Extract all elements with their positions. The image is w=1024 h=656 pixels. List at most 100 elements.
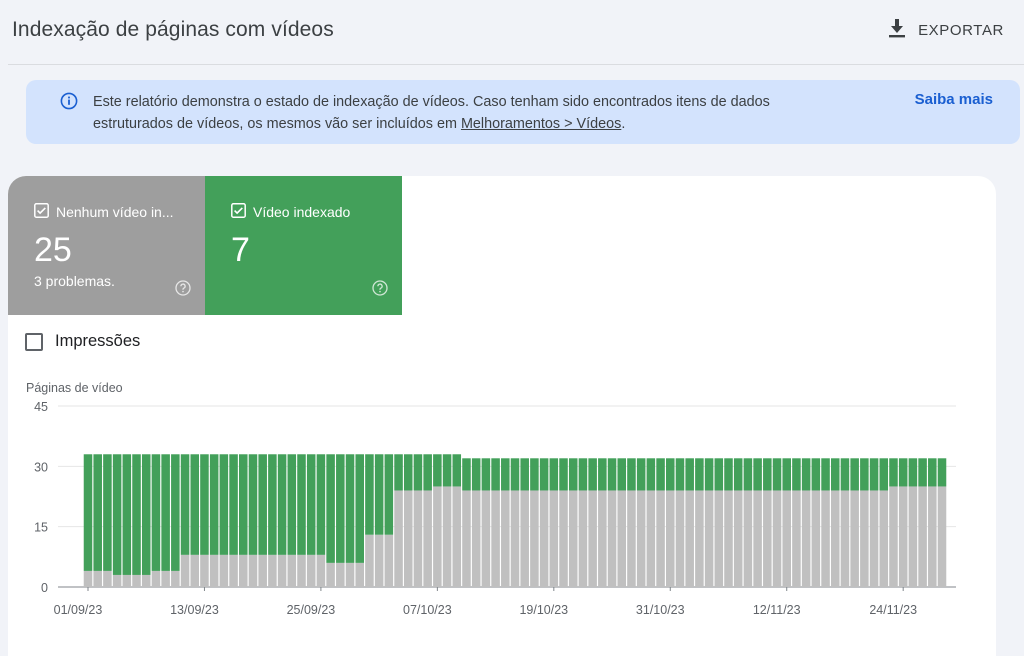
checkbox-checked-icon[interactable] (34, 203, 49, 221)
info-text-main: Este relatório demonstra o estado de ind… (93, 94, 770, 132)
bar-indexed (937, 458, 947, 487)
bar-indexed (258, 454, 267, 555)
y-axis-title: Páginas de vídeo (26, 381, 123, 395)
bar-indexed (772, 458, 782, 491)
bar-indexed (598, 458, 607, 491)
bar-indexed (578, 458, 588, 491)
bar-not-indexed (306, 554, 316, 587)
bar-indexed (384, 454, 394, 535)
bar-not-indexed (568, 490, 578, 587)
x-tick-label: 24/11/23 (869, 603, 917, 617)
bar-indexed (171, 454, 180, 571)
bar-indexed (889, 458, 898, 487)
bar-not-indexed (209, 554, 219, 587)
bar-indexed (908, 458, 918, 487)
bar-indexed (103, 454, 112, 571)
export-button[interactable]: EXPORTAR (888, 16, 1004, 44)
bar-not-indexed (898, 486, 908, 587)
bar-not-indexed (326, 562, 335, 587)
bar-indexed (704, 458, 714, 491)
bar-not-indexed (879, 490, 889, 587)
bar-not-indexed (239, 554, 248, 587)
bar-not-indexed (433, 486, 442, 587)
tile-label: Nenhum vídeo in... (56, 204, 174, 220)
bar-not-indexed (627, 490, 636, 587)
bar-not-indexed (190, 554, 200, 587)
bar-not-indexed (617, 490, 627, 587)
learn-more-link[interactable]: Saiba mais (915, 91, 993, 108)
bar-not-indexed (112, 574, 122, 587)
impressions-checkbox[interactable] (25, 332, 43, 351)
bar-indexed (539, 458, 549, 491)
bar-not-indexed (481, 490, 491, 587)
tile-not-indexed[interactable]: Nenhum vídeo in... 25 3 problemas. (8, 176, 205, 315)
bar-indexed (481, 458, 491, 491)
bar-not-indexed (248, 554, 258, 587)
tile-value: 25 (34, 231, 72, 269)
bar-indexed (724, 458, 733, 491)
bar-indexed (559, 458, 568, 491)
bar-indexed (530, 458, 539, 491)
bar-indexed (675, 458, 685, 491)
bar-indexed (132, 454, 141, 575)
bar-indexed (462, 458, 471, 491)
help-icon[interactable] (175, 280, 191, 301)
bar-indexed (355, 454, 364, 563)
bar-not-indexed (539, 490, 549, 587)
bar-indexed (374, 454, 384, 535)
bar-not-indexed (850, 490, 859, 587)
bar-indexed (510, 458, 520, 491)
bar-indexed (141, 454, 151, 575)
bar-indexed (306, 454, 316, 555)
bar-not-indexed (384, 534, 394, 587)
bar-indexed (491, 458, 500, 491)
impressions-toggle[interactable]: Impressões (25, 332, 140, 351)
tile-indexed-header: Vídeo indexado (231, 203, 350, 221)
bar-not-indexed (908, 486, 918, 587)
bar-indexed (792, 458, 801, 491)
bar-indexed (151, 454, 161, 571)
bar-indexed (928, 458, 937, 487)
bar-not-indexed (646, 490, 656, 587)
tile-indexed[interactable]: Vídeo indexado 7 (205, 176, 402, 315)
bar-indexed (666, 458, 675, 491)
bar-not-indexed (501, 490, 510, 587)
bar-not-indexed (724, 490, 733, 587)
bar-not-indexed (588, 490, 597, 587)
bar-not-indexed (403, 490, 413, 587)
bar-not-indexed (171, 570, 180, 587)
bar-indexed (413, 454, 423, 491)
bar-not-indexed (161, 570, 170, 587)
bar-not-indexed (520, 490, 529, 587)
bar-not-indexed (918, 486, 927, 587)
bar-not-indexed (598, 490, 607, 587)
bar-indexed (801, 458, 811, 491)
bar-indexed (403, 454, 413, 491)
x-tick-label: 13/09/23 (170, 603, 219, 617)
bar-indexed (297, 454, 306, 555)
bar-not-indexed (811, 490, 821, 587)
bar-not-indexed (297, 554, 306, 587)
bar-indexed (394, 454, 403, 491)
bar-not-indexed (792, 490, 801, 587)
bar-indexed (850, 458, 859, 491)
bar-indexed (248, 454, 258, 555)
impressions-label: Impressões (55, 332, 141, 350)
bar-not-indexed (336, 562, 345, 587)
bar-not-indexed (277, 554, 287, 587)
bar-not-indexed (510, 490, 520, 587)
enhancements-link[interactable]: Melhoramentos > Vídeos (461, 116, 621, 132)
bar-not-indexed (452, 486, 462, 587)
checkbox-checked-icon[interactable] (231, 203, 246, 221)
bar-not-indexed (821, 490, 830, 587)
help-icon[interactable] (372, 280, 388, 301)
bar-indexed (452, 454, 462, 487)
x-tick-label: 31/10/23 (636, 603, 685, 617)
bar-not-indexed (714, 490, 724, 587)
bar-not-indexed (365, 534, 374, 587)
bar-indexed (433, 454, 442, 487)
bar-indexed (326, 454, 335, 563)
bar-not-indexed (122, 574, 132, 587)
report-card: Nenhum vídeo in... 25 3 problemas. Vídeo… (8, 176, 996, 656)
bar-indexed (520, 458, 529, 491)
